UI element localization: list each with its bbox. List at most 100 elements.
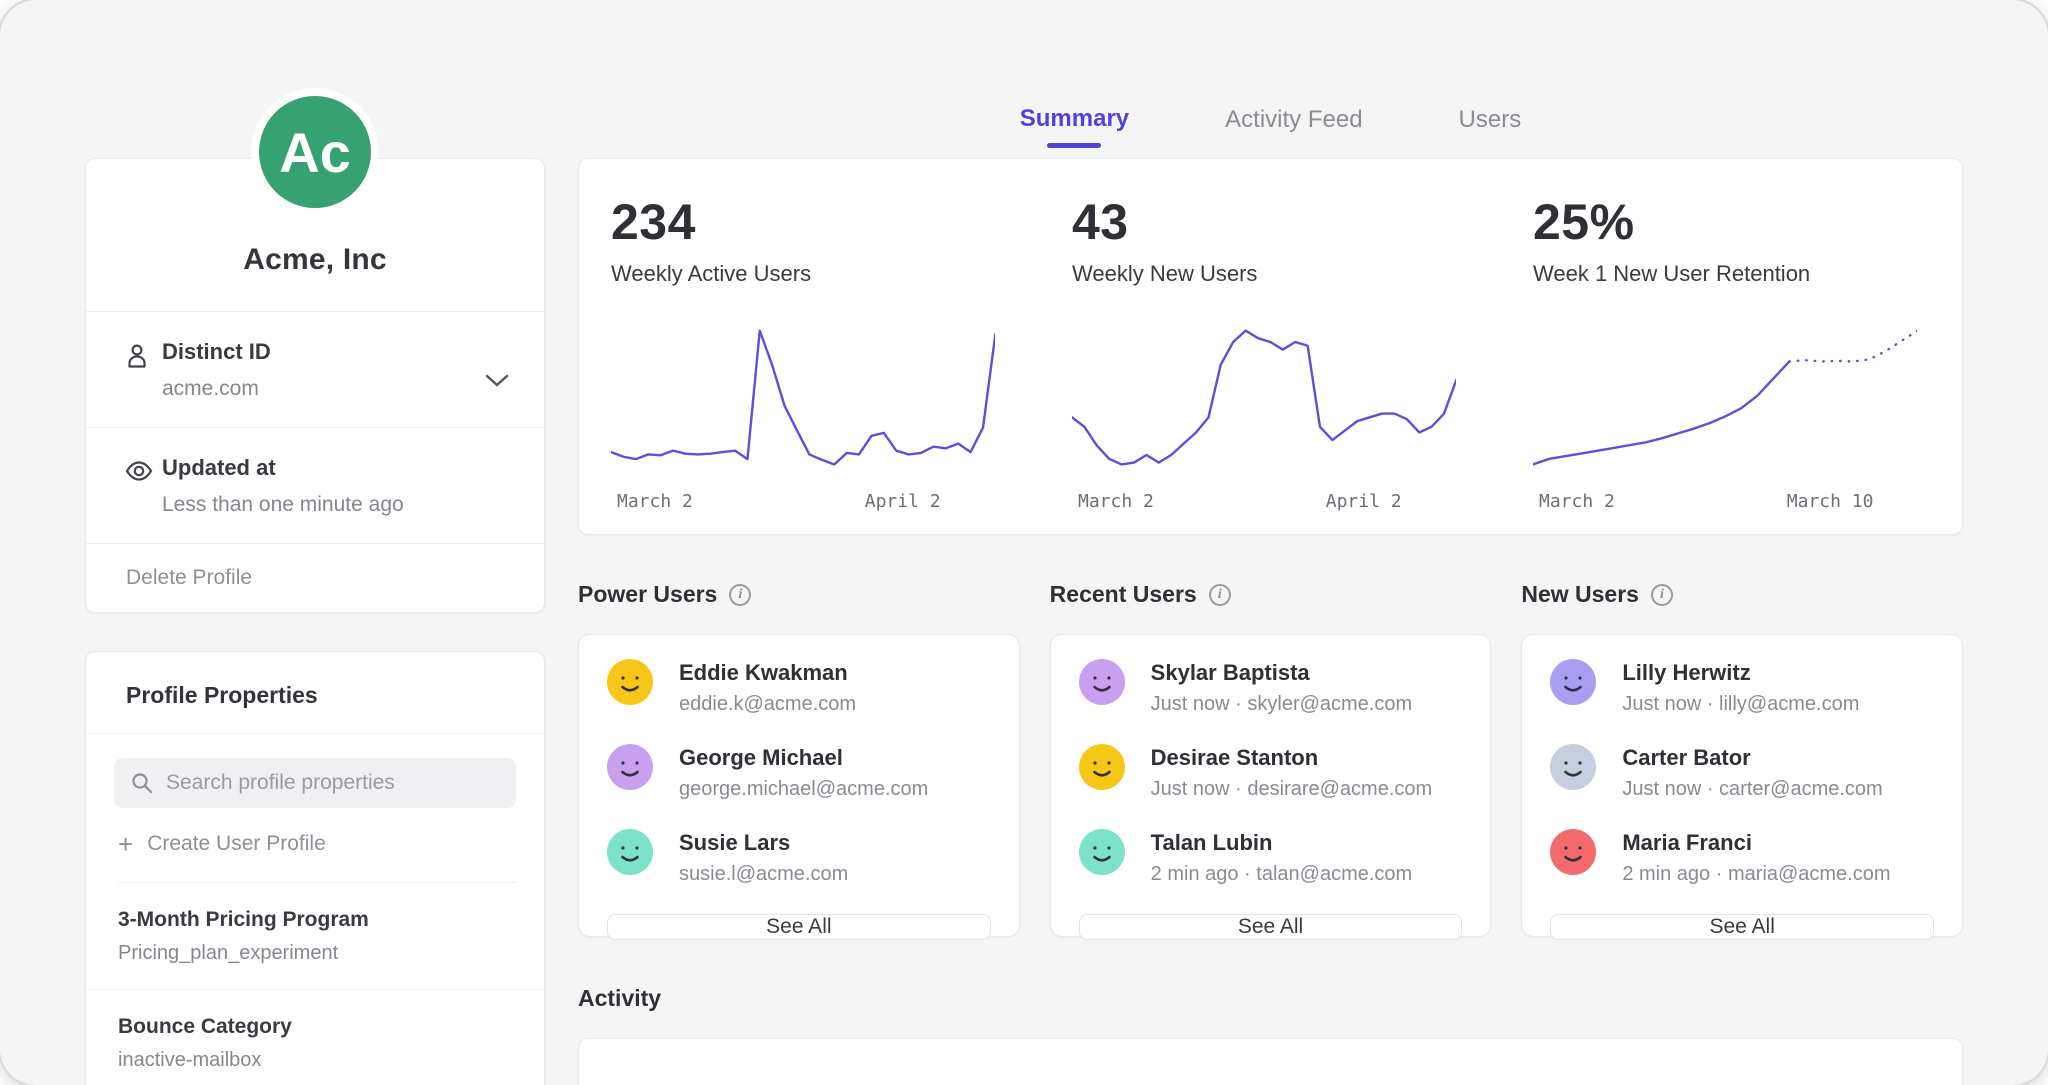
list-item[interactable]: Desirae Stanton Just now · desirare@acme… xyxy=(1079,744,1463,801)
user-name: Skylar Baptista xyxy=(1151,660,1412,686)
new-users-heading: New Users i xyxy=(1521,581,1963,608)
property-row[interactable]: 3-Month Pricing Program Pricing_plan_exp… xyxy=(86,883,544,990)
stat-value: 25% xyxy=(1533,193,1942,251)
tab-summary-label: Summary xyxy=(1020,105,1129,132)
info-icon[interactable]: i xyxy=(1209,584,1231,606)
activity-stat-value: 3.4k xyxy=(1533,1079,1942,1085)
weekly-new-users-chart xyxy=(1072,319,1456,479)
stat-weekly-new-users: 43 Weekly New Users March 2 April 2 xyxy=(1040,159,1501,534)
updated-at-row: Updated at Less than one minute ago xyxy=(86,428,544,544)
power-users-title: Power Users xyxy=(578,581,717,608)
x-axis: March 2 April 2 xyxy=(611,491,995,517)
tab-summary[interactable]: Summary xyxy=(1020,105,1129,148)
see-all-button[interactable]: See All xyxy=(1079,914,1463,940)
list-item[interactable]: Skylar Baptista Just now · skyler@acme.c… xyxy=(1079,659,1463,716)
x-axis-label-start: March 2 xyxy=(1078,491,1154,512)
face-icon xyxy=(1079,744,1125,790)
see-all-button[interactable]: See All xyxy=(1550,914,1934,940)
list-item[interactable]: Eddie Kwakman eddie.k@acme.com xyxy=(607,659,991,716)
profile-properties-title: Profile Properties xyxy=(86,652,544,734)
x-axis-label-end: April 2 xyxy=(865,491,941,512)
recent-users-title: Recent Users xyxy=(1050,581,1197,608)
stat-week1-retention: 25% Week 1 New User Retention March 2 Ma… xyxy=(1501,159,1962,534)
tab-users[interactable]: Users xyxy=(1459,106,1522,148)
profile-sidebar: Ac Acme, Inc Distinct ID acme.com xyxy=(85,0,545,1085)
field-label: Distinct ID xyxy=(162,339,504,365)
chevron-down-icon[interactable] xyxy=(484,372,510,393)
property-value: Pricing_plan_experiment xyxy=(118,942,512,965)
user-name: Eddie Kwakman xyxy=(679,660,856,686)
user-avatar xyxy=(1079,829,1125,875)
tab-activity-feed[interactable]: Activity Feed xyxy=(1225,106,1362,148)
user-avatar xyxy=(1550,829,1596,875)
power-users-card: Eddie Kwakman eddie.k@acme.com George Mi… xyxy=(578,634,1020,937)
property-row[interactable]: Bounce Category inactive-mailbox xyxy=(86,990,544,1085)
search-wrap xyxy=(114,758,516,808)
profile-properties-card: Profile Properties + Create User Profile… xyxy=(85,651,545,1085)
new-users-title: New Users xyxy=(1521,581,1639,608)
summary-stats-card: 234 Weekly Active Users March 2 April 2 … xyxy=(578,158,1963,535)
x-axis-label-start: March 2 xyxy=(1539,491,1615,512)
search-profile-properties-input[interactable] xyxy=(114,758,516,808)
power-users-heading: Power Users i xyxy=(578,581,1020,608)
field-label: Updated at xyxy=(162,455,504,481)
activity-stat-value: 234 xyxy=(611,1079,1020,1085)
recent-users-section: Recent Users i Skylar Baptista Just now … xyxy=(1050,581,1492,937)
create-user-profile-button[interactable]: + Create User Profile xyxy=(118,832,516,883)
user-meta: Just now · lilly@acme.com xyxy=(1622,693,1859,716)
field-value: acme.com xyxy=(162,377,504,401)
user-avatar xyxy=(607,829,653,875)
user-meta: george.michael@acme.com xyxy=(679,778,928,801)
company-avatar-initials: Ac xyxy=(279,120,351,185)
create-user-profile-label: Create User Profile xyxy=(147,832,326,856)
activity-stat: 234 xyxy=(579,1039,1040,1085)
distinct-id-row[interactable]: Distinct ID acme.com xyxy=(86,312,544,428)
list-item[interactable]: Maria Franci 2 min ago · maria@acme.com xyxy=(1550,829,1934,886)
user-meta: eddie.k@acme.com xyxy=(679,693,856,716)
activity-stat: 3.4k xyxy=(1501,1039,1962,1085)
stat-value: 43 xyxy=(1072,193,1481,251)
list-item[interactable]: Talan Lubin 2 min ago · talan@acme.com xyxy=(1079,829,1463,886)
week1-retention-chart xyxy=(1533,319,1917,479)
x-axis: March 2 April 2 xyxy=(1072,491,1456,517)
user-meta: 2 min ago · talan@acme.com xyxy=(1151,863,1413,886)
activity-stat: 240 xyxy=(1040,1039,1501,1085)
user-meta: Just now · skyler@acme.com xyxy=(1151,693,1412,716)
user-name: Desirae Stanton xyxy=(1151,745,1433,771)
user-avatar xyxy=(607,659,653,705)
delete-profile-button[interactable]: Delete Profile xyxy=(86,544,544,612)
company-avatar: Ac xyxy=(251,88,379,216)
recent-users-heading: Recent Users i xyxy=(1050,581,1492,608)
search-icon xyxy=(130,771,154,800)
info-icon[interactable]: i xyxy=(1651,584,1673,606)
user-avatar xyxy=(1550,659,1596,705)
list-item[interactable]: Susie Lars susie.l@acme.com xyxy=(607,829,991,886)
list-item[interactable]: George Michael george.michael@acme.com xyxy=(607,744,991,801)
field-value: Less than one minute ago xyxy=(162,493,504,517)
user-meta: Just now · desirare@acme.com xyxy=(1151,778,1433,801)
stat-label: Week 1 New User Retention xyxy=(1533,261,1942,287)
face-icon xyxy=(607,659,653,705)
recent-users-card: Skylar Baptista Just now · skyler@acme.c… xyxy=(1050,634,1492,937)
list-item[interactable]: Carter Bator Just now · carter@acme.com xyxy=(1550,744,1934,801)
face-icon xyxy=(607,829,653,875)
stat-value: 234 xyxy=(611,193,1020,251)
list-item[interactable]: Lilly Herwitz Just now · lilly@acme.com xyxy=(1550,659,1934,716)
user-avatar xyxy=(1079,659,1125,705)
info-icon[interactable]: i xyxy=(729,584,751,606)
face-icon xyxy=(1079,659,1125,705)
user-name: Susie Lars xyxy=(679,830,848,856)
property-value: inactive-mailbox xyxy=(118,1049,512,1072)
tab-activity-feed-label: Activity Feed xyxy=(1225,106,1362,133)
x-axis-label-end: March 10 xyxy=(1787,491,1874,512)
user-name: Maria Franci xyxy=(1622,830,1890,856)
user-name: George Michael xyxy=(679,745,928,771)
user-name: Carter Bator xyxy=(1622,745,1882,771)
face-icon xyxy=(1550,744,1596,790)
user-name: Lilly Herwitz xyxy=(1622,660,1859,686)
power-users-section: Power Users i Eddie Kwakman eddie.k@acme… xyxy=(578,581,1020,937)
activity-title: Activity xyxy=(578,985,1963,1012)
user-meta: 2 min ago · maria@acme.com xyxy=(1622,863,1890,886)
user-name: Talan Lubin xyxy=(1151,830,1413,856)
see-all-button[interactable]: See All xyxy=(607,914,991,940)
